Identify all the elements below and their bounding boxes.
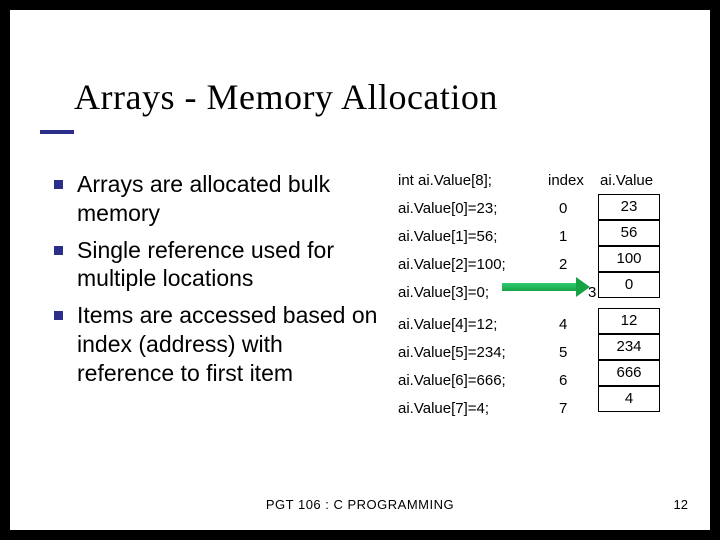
bullet-text: Single reference used for multiple locat… — [77, 236, 378, 294]
code-line: ai.Value[6]=666; — [398, 372, 506, 389]
index-value: 5 — [559, 344, 567, 361]
list-item: Single reference used for multiple locat… — [54, 236, 378, 294]
code-line: ai.Value[3]=0; — [398, 284, 489, 301]
bullet-list: Arrays are allocated bulk memory Single … — [54, 170, 378, 395]
index-value: 7 — [559, 400, 567, 417]
index-value: 0 — [559, 200, 567, 217]
page-number: 12 — [674, 497, 688, 512]
index-value: 2 — [559, 256, 567, 273]
list-item: Arrays are allocated bulk memory — [54, 170, 378, 228]
index-value: 6 — [559, 372, 567, 389]
bullet-text: Arrays are allocated bulk memory — [77, 170, 378, 228]
column-header-value: ai.Value — [600, 172, 653, 189]
value-cell: 666 — [598, 360, 660, 386]
bullet-square-icon — [54, 311, 63, 320]
bullet-square-icon — [54, 180, 63, 189]
bullet-square-icon — [54, 246, 63, 255]
code-line: ai.Value[4]=12; — [398, 316, 497, 333]
index-value: 3 — [588, 284, 596, 301]
list-item: Items are accessed based on index (addre… — [54, 301, 378, 387]
index-value: 4 — [559, 316, 567, 333]
code-line: ai.Value[2]=100; — [398, 256, 506, 273]
value-cell: 12 — [598, 308, 660, 334]
slide: Arrays - Memory Allocation Arrays are al… — [10, 10, 710, 530]
code-line: ai.Value[0]=23; — [398, 200, 497, 217]
code-line: ai.Value[1]=56; — [398, 228, 497, 245]
bullet-text: Items are accessed based on index (addre… — [77, 301, 378, 387]
footer-text: PGT 106 : C PROGRAMMING — [10, 497, 710, 512]
column-header-index: index — [548, 172, 584, 189]
value-cell: 23 — [598, 194, 660, 220]
value-cell: 100 — [598, 246, 660, 272]
arrow-icon — [502, 279, 590, 295]
value-cell: 0 — [598, 272, 660, 298]
value-cell: 234 — [598, 334, 660, 360]
value-cell: 4 — [598, 386, 660, 412]
value-cell: 56 — [598, 220, 660, 246]
array-declaration: int ai.Value[8]; — [398, 172, 492, 189]
code-line: ai.Value[5]=234; — [398, 344, 506, 361]
index-value: 1 — [559, 228, 567, 245]
title-accent-bar — [40, 130, 74, 134]
code-line: ai.Value[7]=4; — [398, 400, 489, 417]
slide-title: Arrays - Memory Allocation — [74, 76, 498, 118]
